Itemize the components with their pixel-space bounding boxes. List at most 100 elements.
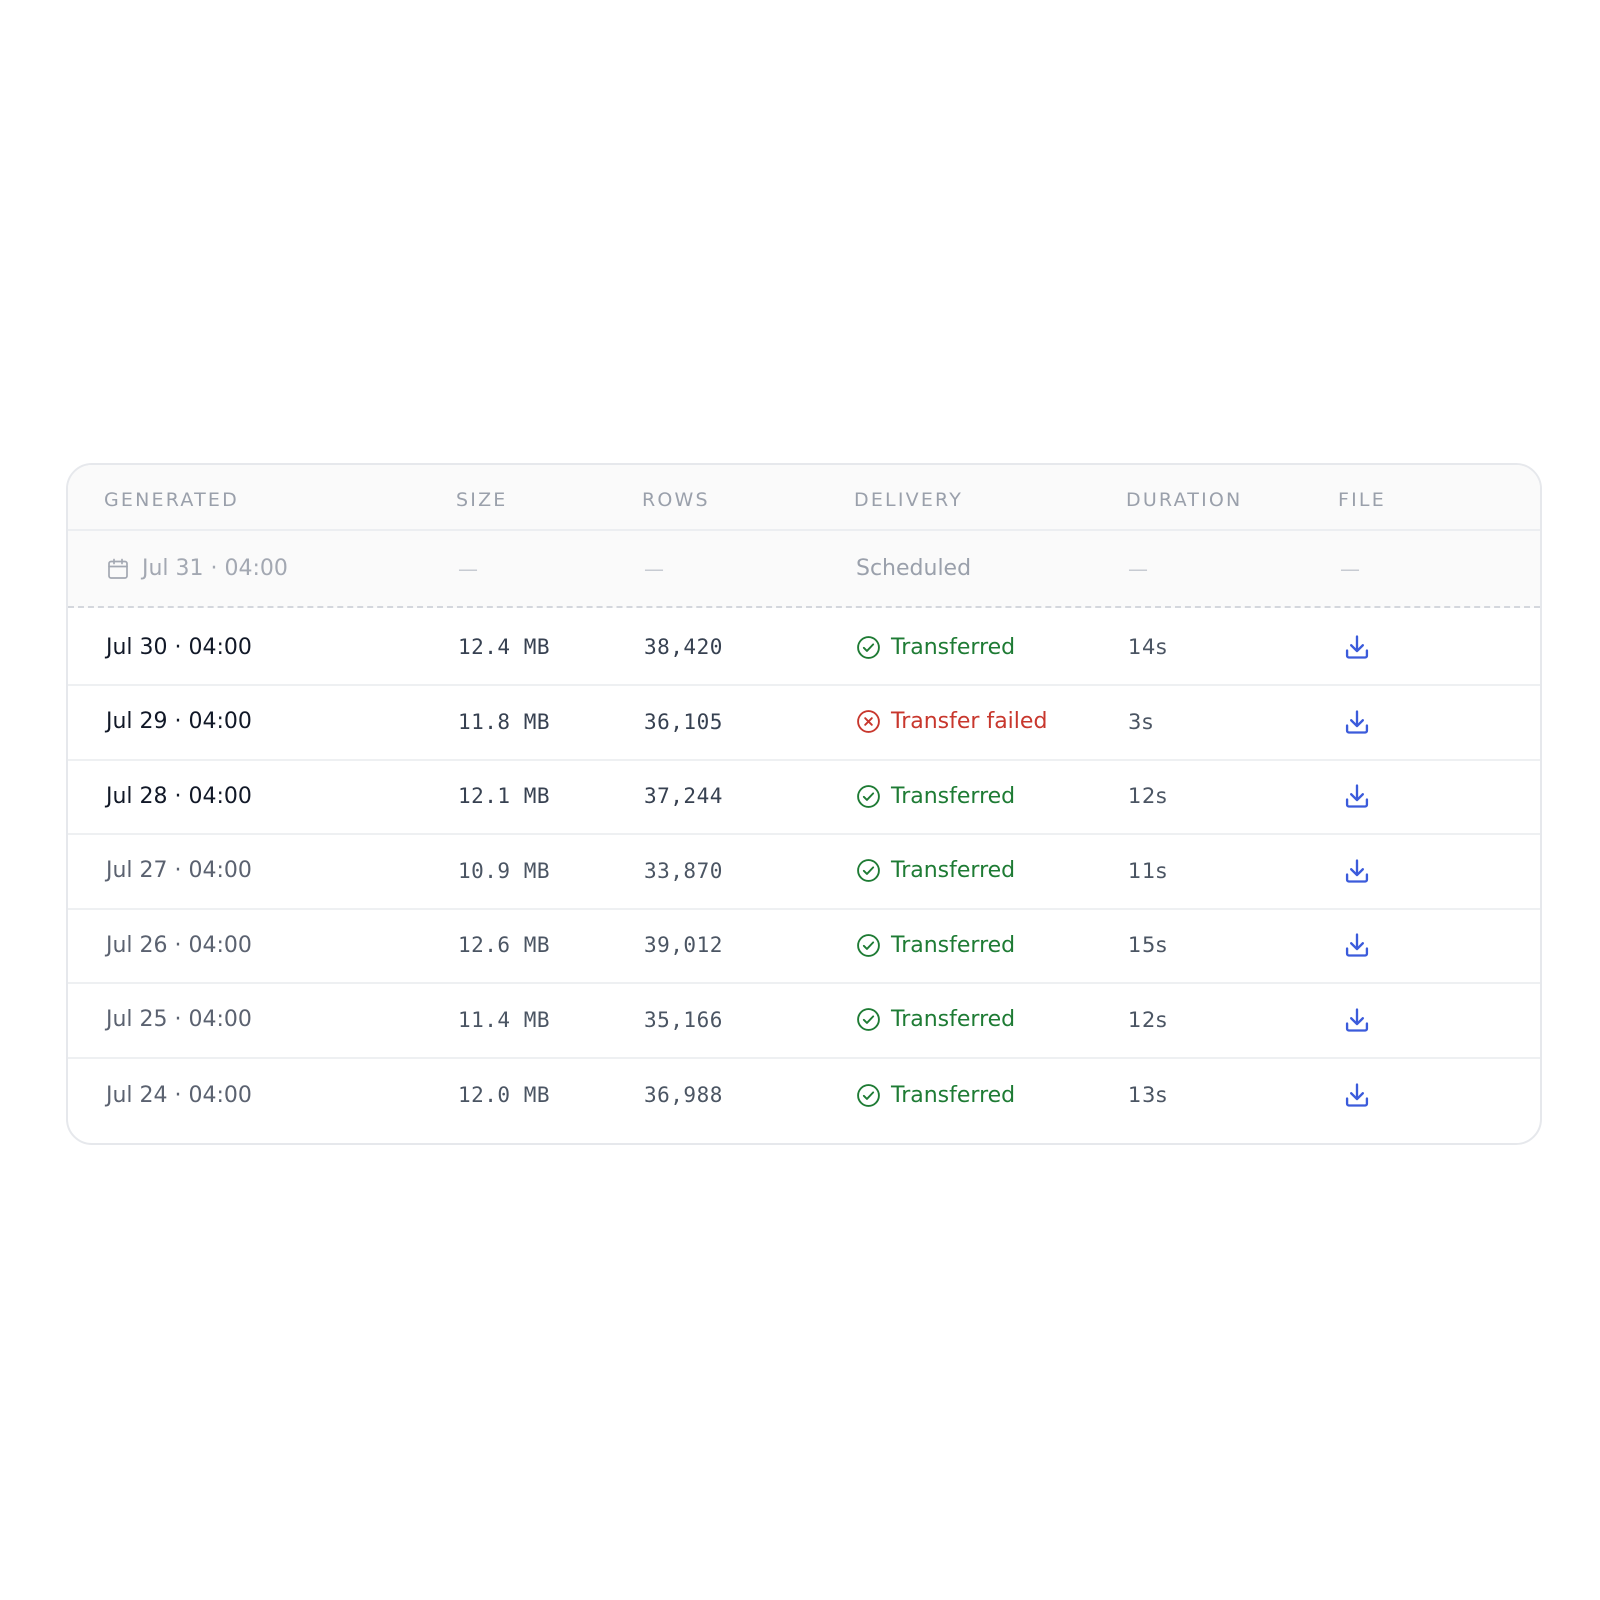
delivery-status-label: Transferred [891,932,1016,958]
scheduled-generated-cell: Jul 31 · 04:00 [106,531,288,606]
duration: 13s [1128,1083,1168,1107]
table-row: Jul 24 · 04:00 12.0 MB 36,988 Transferre… [68,1057,1540,1133]
duration-cell: 15s [1128,908,1167,982]
table-row: Jul 29 · 04:00 11.8 MB 36,105 Transfer f… [68,685,1540,761]
delivery-status: Transfer failed [856,709,1047,734]
file-size: 12.6 MB [458,933,551,957]
download-button[interactable] [1341,631,1373,663]
size-cell: 12.0 MB [458,1057,550,1133]
duration: 11s [1128,858,1168,883]
delivery-cell: Transfer failed [856,685,1047,759]
check-circle-icon [857,784,880,808]
delivery-status: Transferred [856,858,1015,883]
rows-cell: 37,244 [644,759,723,833]
generated-time: Jul 30 · 04:00 [106,634,252,660]
rows-cell: 33,870 [644,834,723,908]
download-icon [1345,933,1369,957]
delivery-status-label: Transferred [891,1007,1016,1032]
column-header-file[interactable]: FILE [1338,489,1386,511]
status-icon [856,1083,881,1108]
download-icon [1345,1083,1369,1107]
delivery-cell: Transferred [856,908,1015,982]
download-icon [1345,784,1369,808]
download-button[interactable] [1341,706,1373,738]
scheduled-file-cell: — [1340,531,1360,606]
duration: 3s [1128,709,1154,734]
generated-cell: Jul 25 · 04:00 [106,983,252,1057]
file-cell [1340,759,1373,833]
rows-cell: 36,105 [644,685,723,759]
size-cell: 10.9 MB [458,834,550,908]
duration: 12s [1128,784,1168,808]
download-button[interactable] [1341,780,1373,812]
scheduled-delivery-cell: Scheduled [856,531,971,606]
generated-time: Jul 25 · 04:00 [106,1007,252,1032]
delivery-status-label: Transferred [891,1082,1016,1108]
table-row: Jul 26 · 04:00 12.6 MB 39,012 Transferre… [68,908,1540,984]
status-icon [856,858,881,883]
download-icon [1345,1007,1369,1032]
file-cell [1340,908,1373,982]
delivery-status: Transferred [856,784,1015,809]
file-size: 11.4 MB [458,1007,551,1032]
generated-time: Jul 28 · 04:00 [106,783,252,809]
size-cell: 11.4 MB [458,983,550,1057]
check-circle-icon [857,1083,880,1107]
download-button[interactable] [1341,1004,1373,1036]
download-icon [1345,709,1369,734]
delivery-cell: Transferred [856,759,1015,833]
row-count: 35,166 [644,1007,723,1032]
column-header-delivery[interactable]: DELIVERY [854,489,963,511]
generated-cell: Jul 26 · 04:00 [106,908,252,982]
delivery-status: Transferred [856,933,1015,958]
status-icon [856,784,881,809]
delivery-status: Transferred [856,1007,1015,1032]
duration-cell: 12s [1128,983,1167,1057]
scheduled-status-label: Scheduled [856,556,972,581]
column-header-rows[interactable]: ROWS [642,489,710,511]
check-circle-icon [857,859,880,882]
file-cell [1340,834,1373,908]
table-row: Jul 30 · 04:00 12.4 MB 38,420 Transferre… [68,610,1540,686]
row-count: 36,105 [644,709,723,734]
download-button[interactable] [1341,929,1373,961]
row-count: 36,988 [644,1083,723,1107]
column-header-generated[interactable]: GENERATED [104,489,239,511]
status-icon [856,635,881,660]
file-size: 11.8 MB [458,709,551,734]
file-size: 10.9 MB [458,858,551,883]
check-circle-icon [857,933,880,957]
file-size: 12.4 MB [458,635,551,659]
duration-cell: 3s [1128,685,1154,759]
generated-time: Jul 24 · 04:00 [106,1082,252,1108]
column-header-size[interactable]: SIZE [456,489,508,511]
file-cell [1340,685,1373,759]
row-count: 38,420 [644,635,723,659]
delivery-cell: Transferred [856,1057,1015,1133]
check-circle-icon [857,1008,880,1031]
scheduled-generated-time: Jul 31 · 04:00 [142,556,288,581]
generated-cell: Jul 30 · 04:00 [106,610,252,684]
column-header-duration[interactable]: DURATION [1126,489,1242,511]
generated-time: Jul 26 · 04:00 [106,932,252,958]
delivery-status: Transferred [856,1083,1015,1108]
file-cell [1340,610,1373,684]
rows-cell: 38,420 [644,610,723,684]
duration: 12s [1128,1007,1168,1032]
download-button[interactable] [1341,855,1373,887]
empty-dash: — [644,556,664,581]
status-icon [856,709,881,734]
delivery-status-label: Transferred [891,783,1016,809]
check-circle-icon [857,635,880,659]
download-button[interactable] [1341,1079,1373,1111]
delivery-cell: Transferred [856,983,1015,1057]
scheduled-duration-cell: — [1128,531,1148,606]
file-size: 12.1 MB [458,784,551,808]
duration-cell: 11s [1128,834,1167,908]
delivery-cell: Transferred [856,834,1015,908]
rows-cell: 36,988 [644,1057,723,1133]
duration: 14s [1128,635,1168,659]
size-cell: 12.1 MB [458,759,550,833]
row-count: 37,244 [644,784,723,808]
rows-cell: 35,166 [644,983,723,1057]
